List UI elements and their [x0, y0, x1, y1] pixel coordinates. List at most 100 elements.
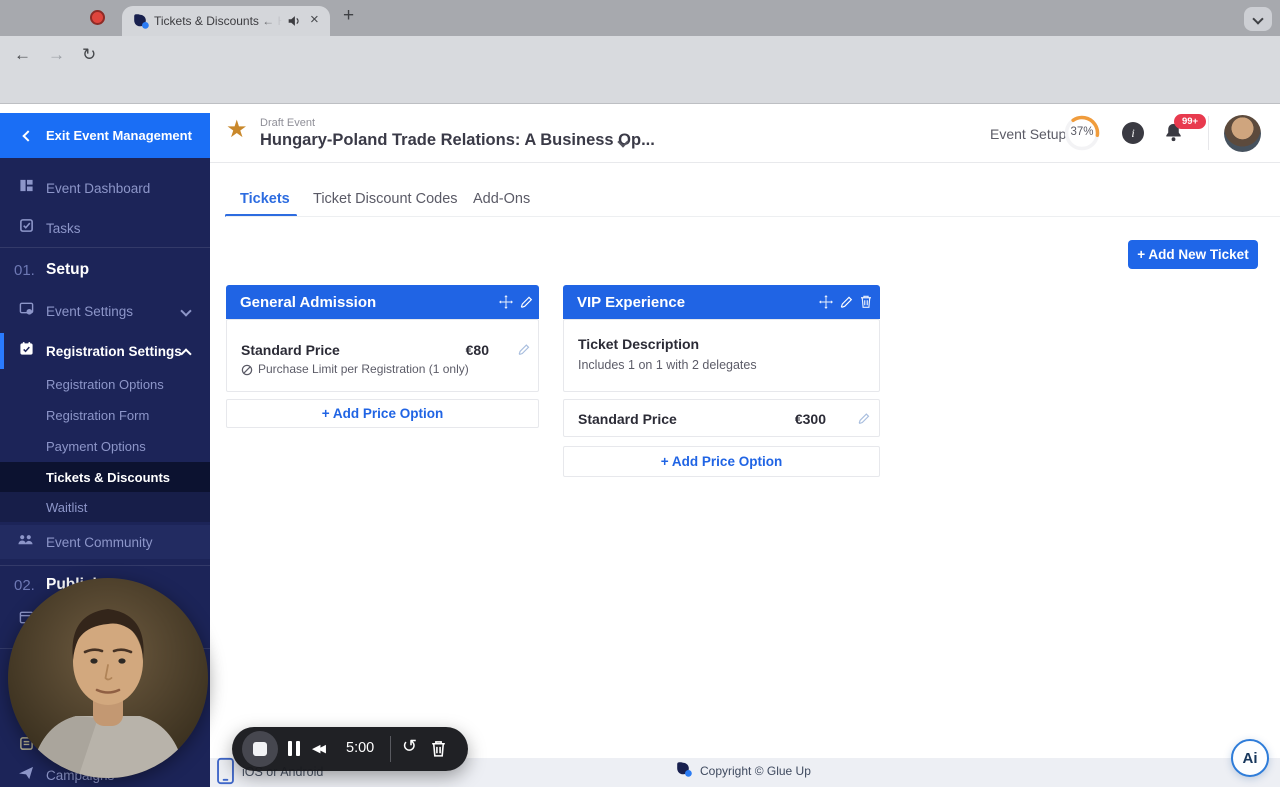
delete-recording-button[interactable]: [430, 739, 447, 763]
notification-badge: 99+: [1174, 114, 1206, 129]
sidebar-item-event-community[interactable]: Event Community: [0, 525, 210, 559]
sidebar-item-label: Payment Options: [46, 438, 146, 454]
tab-search-button[interactable]: [1244, 7, 1272, 31]
price-option-card: Standard Price €80 Purchase Limit per Re…: [226, 319, 539, 392]
sidebar-subitem-waitlist[interactable]: Waitlist: [0, 492, 210, 522]
stop-recording-button[interactable]: [242, 731, 278, 767]
active-accent-bar: [0, 333, 4, 369]
price-label: Standard Price: [241, 342, 340, 358]
sidebar-subitem-tickets-discounts-selected[interactable]: Tickets & Discounts: [0, 462, 210, 492]
setup-progress-ring[interactable]: 37%: [1063, 114, 1101, 152]
sidebar-item-registration-settings[interactable]: Registration Settings: [0, 333, 210, 369]
tasks-check-icon: [19, 218, 34, 238]
header-divider: [1208, 116, 1209, 150]
description-text: Includes 1 on 1 with 2 delegates: [578, 358, 757, 372]
sidebar-top-strip: [0, 104, 210, 113]
favorite-star-icon[interactable]: ★: [226, 115, 248, 144]
reload-button[interactable]: ↻: [82, 45, 96, 65]
pause-bar: [288, 741, 292, 756]
sidebar-subitem-registration-options[interactable]: Registration Options: [0, 370, 210, 398]
browser-toolbar: ← → ↻ app.glueup.com/events/88696/setup/…: [0, 36, 1280, 108]
description-title: Ticket Description: [578, 336, 700, 352]
mobile-phone-icon[interactable]: [216, 757, 235, 787]
paper-plane-icon: [18, 766, 34, 785]
sidebar-item-label: Registration Settings: [46, 343, 182, 359]
chevron-up-icon: [180, 348, 192, 360]
screen: Tickets & Discounts ← Hu × + ← → ↻ app.g…: [0, 0, 1280, 787]
purchase-limit-note: Purchase Limit per Registration (1 only): [258, 362, 469, 376]
price-value: €300: [794, 411, 826, 427]
recorder-divider: [390, 736, 391, 762]
webcam-overlay[interactable]: [8, 578, 208, 778]
event-title[interactable]: Hungary-Poland Trade Relations: A Busine…: [260, 131, 655, 150]
ticket-name: VIP Experience: [577, 293, 686, 311]
new-tab-button[interactable]: +: [343, 5, 354, 27]
info-icon[interactable]: i: [1122, 122, 1144, 144]
tab-audio-icon[interactable]: [286, 13, 302, 34]
pause-recording-button[interactable]: [288, 741, 300, 756]
tab-ticket-discount-codes[interactable]: Ticket Discount Codes: [313, 191, 458, 207]
move-ticket-icon[interactable]: [819, 295, 833, 314]
rewind-button[interactable]: ◀◀: [312, 742, 326, 755]
move-ticket-icon[interactable]: [499, 295, 513, 314]
glueup-footer-logo-icon: [676, 761, 692, 782]
pause-bar: [296, 741, 300, 756]
exit-event-management-button[interactable]: Exit Event Management: [0, 113, 210, 158]
sidebar-item-label: Event Settings: [46, 303, 134, 319]
browser-tab[interactable]: Tickets & Discounts ← Hu ×: [122, 6, 330, 36]
copyright-text: Copyright © Glue Up: [700, 764, 811, 778]
purchase-limit-link-icon: [241, 363, 253, 381]
bookmarks-bar: in ID A N E FT Todos los marcadores: [0, 76, 1280, 176]
stop-icon: [253, 742, 267, 756]
edit-ticket-icon[interactable]: [519, 294, 534, 314]
back-button[interactable]: ←: [14, 45, 31, 65]
sidebar-item-event-dashboard[interactable]: Event Dashboard: [0, 172, 210, 204]
tickets-tabs-bar: Tickets Ticket Discount Codes Add-Ons: [210, 163, 1280, 225]
recording-time: 5:00: [346, 740, 375, 756]
ticket-card-header-general-admission: General Admission: [226, 285, 539, 319]
price-option-card: Standard Price €300: [563, 399, 880, 437]
sidebar-item-label: Event Community: [46, 534, 153, 550]
sidebar-subitem-registration-form[interactable]: Registration Form: [0, 401, 210, 429]
add-new-ticket-button[interactable]: + Add New Ticket: [1128, 240, 1258, 269]
edit-ticket-icon[interactable]: [839, 294, 854, 314]
add-price-option-button-general[interactable]: + Add Price Option: [226, 399, 539, 428]
recording-indicator-icon: [90, 10, 105, 25]
tab-add-ons[interactable]: Add-Ons: [473, 191, 530, 207]
sidebar-item-event-settings[interactable]: Event Settings: [0, 295, 210, 327]
tabs-baseline: [226, 216, 1280, 217]
ai-assistant-button[interactable]: Ai: [1231, 739, 1269, 777]
restart-recording-button[interactable]: ↺: [402, 736, 417, 757]
sidebar-item-tasks[interactable]: Tasks: [0, 212, 210, 244]
edit-price-icon[interactable]: [517, 342, 531, 361]
settings-board-icon: [19, 301, 34, 321]
chevron-down-icon: [180, 305, 192, 317]
community-people-icon: [17, 532, 34, 552]
section-number: 01.: [14, 261, 35, 279]
user-avatar[interactable]: [1224, 115, 1261, 152]
delete-ticket-icon[interactable]: [859, 294, 873, 314]
tab-tickets[interactable]: Tickets: [240, 191, 290, 207]
tab-close-icon[interactable]: ×: [310, 11, 319, 28]
sidebar-item-label: Registration Options: [46, 376, 164, 392]
ticket-card-header-vip-experience: VIP Experience: [563, 285, 880, 319]
app-header: ★ Draft Event Hungary-Poland Trade Relat…: [210, 104, 1280, 163]
ticket-name: General Admission: [240, 293, 377, 311]
section-number: 02.: [14, 576, 35, 594]
event-setup-label[interactable]: Event Setup: [990, 126, 1066, 142]
edit-price-icon[interactable]: [857, 411, 871, 430]
add-price-option-label: + Add Price Option: [660, 454, 783, 469]
sidebar-item-label: Event Dashboard: [46, 180, 151, 196]
sidebar-divider: [0, 247, 210, 248]
tab-title: Tickets & Discounts ← Hu: [154, 14, 282, 28]
progress-percent: 37%: [1070, 126, 1094, 138]
draft-event-badge: Draft Event: [260, 117, 316, 129]
ticket-description-card: Ticket Description Includes 1 on 1 with …: [563, 319, 880, 392]
forward-button[interactable]: →: [48, 45, 65, 65]
exit-label: Exit Event Management: [46, 128, 192, 143]
sidebar-subitem-payment-options[interactable]: Payment Options: [0, 432, 210, 460]
glueup-favicon-icon: [133, 13, 149, 34]
add-price-option-button-vip[interactable]: + Add Price Option: [563, 446, 880, 477]
calendar-check-icon: [19, 341, 34, 361]
add-price-option-label: + Add Price Option: [321, 406, 444, 421]
